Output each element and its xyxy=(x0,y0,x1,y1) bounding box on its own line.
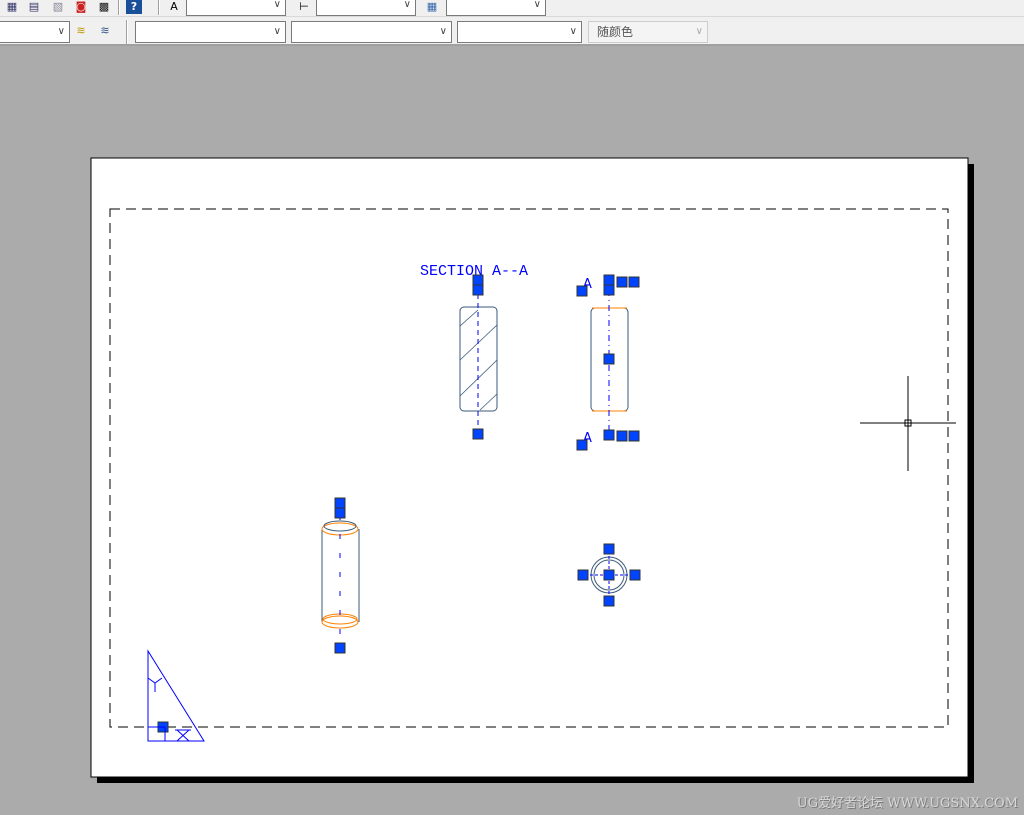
grip-handle[interactable] xyxy=(603,429,615,441)
grip-handle[interactable] xyxy=(603,353,615,365)
grip-handle[interactable] xyxy=(603,274,615,286)
grip-handle[interactable] xyxy=(334,642,346,654)
grip-handle[interactable] xyxy=(603,543,615,555)
grip-handle[interactable] xyxy=(576,285,588,297)
grip-handle[interactable] xyxy=(334,507,346,519)
paper-sheet xyxy=(90,157,969,778)
grip-handle[interactable] xyxy=(334,497,346,509)
grip-handle[interactable] xyxy=(576,439,588,451)
watermark: UG爱好者论坛 WWW.UGSNX.COM xyxy=(796,796,1018,811)
grip-handle[interactable] xyxy=(616,430,628,442)
grip-handle[interactable] xyxy=(603,595,615,607)
grip-handle[interactable] xyxy=(628,276,640,288)
grip-handle[interactable] xyxy=(603,569,615,581)
drawing-canvas[interactable]: SECTION A--A A A xyxy=(0,0,1024,815)
grip-handle[interactable] xyxy=(629,569,641,581)
grip-handle[interactable] xyxy=(616,276,628,288)
grip-handle[interactable] xyxy=(577,569,589,581)
grip-handle[interactable] xyxy=(628,430,640,442)
grip-handle[interactable] xyxy=(603,284,615,296)
grip-handle[interactable] xyxy=(472,274,484,286)
grip-handle[interactable] xyxy=(472,284,484,296)
grip-handle[interactable] xyxy=(472,428,484,440)
